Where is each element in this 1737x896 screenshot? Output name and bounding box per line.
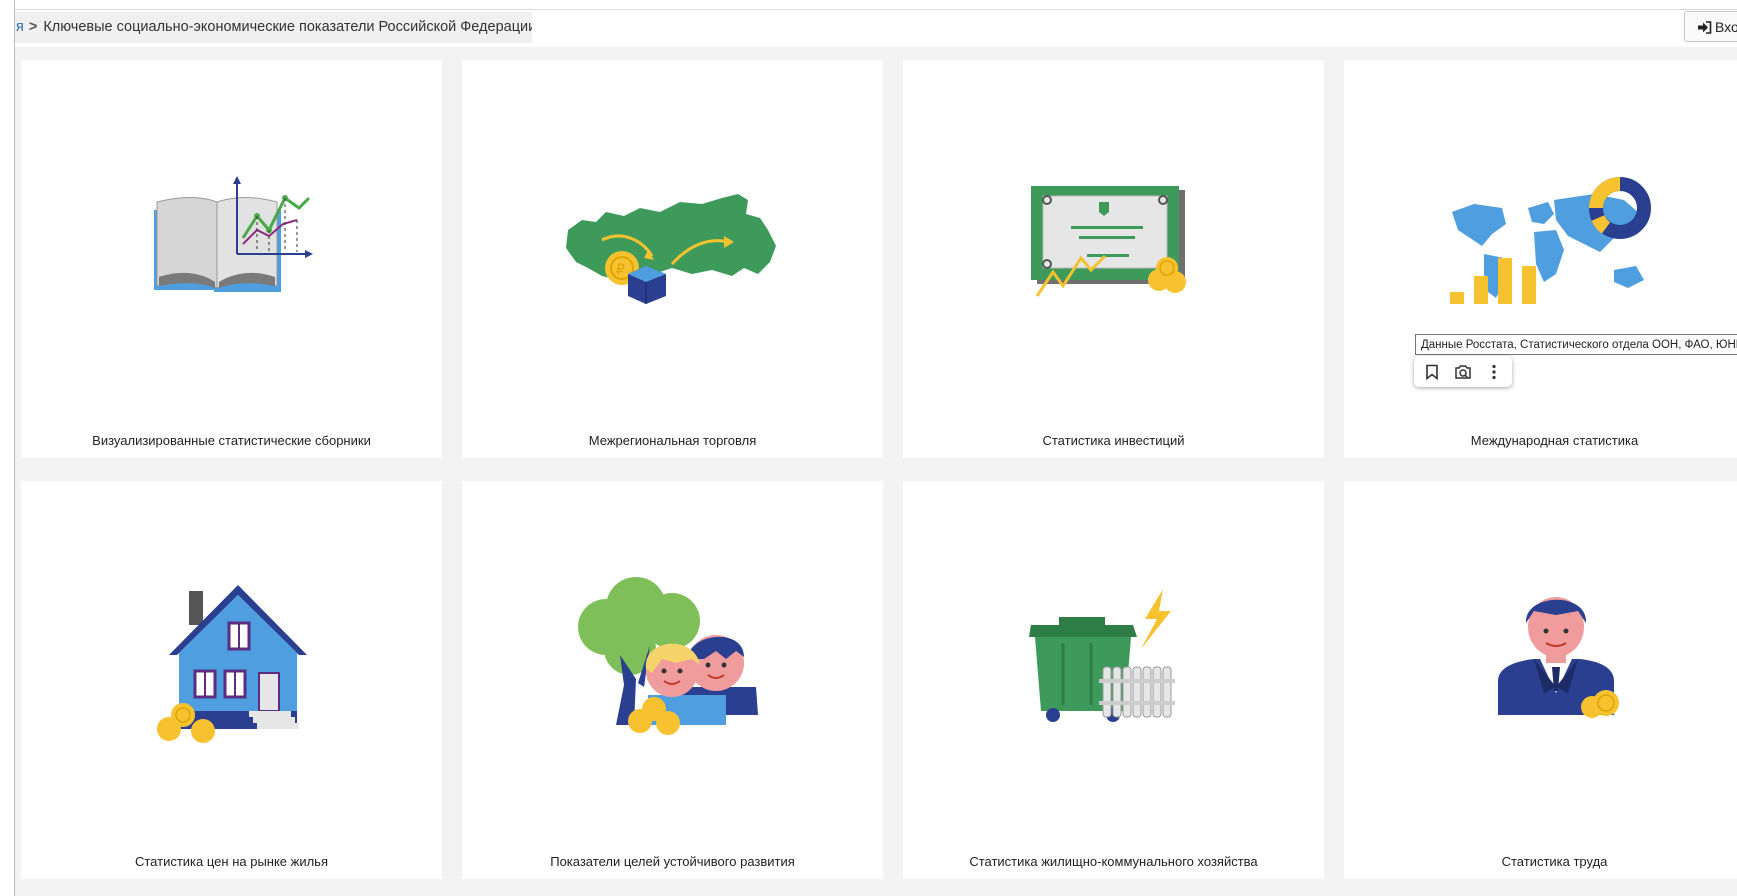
login-button[interactable]: Вход (1684, 11, 1737, 42)
book-chart-icon (154, 176, 313, 292)
login-label: Вход (1715, 19, 1737, 35)
card-title: Международная статистика (1470, 433, 1639, 448)
more-options-button[interactable] (1478, 356, 1510, 387)
card-title: Статистика инвестиций (1042, 433, 1185, 448)
card-interregional-trade[interactable]: ₽ Межрегиональная торговля (462, 60, 883, 458)
sign-in-icon (1698, 21, 1712, 34)
card-housing-utilities[interactable]: Статистика жилищно-коммунального хозяйст… (903, 481, 1324, 879)
card-title: Показатели целей устойчивого развития (550, 854, 795, 869)
card-visual-collections[interactable]: Визуализированные статистические сборник… (21, 60, 442, 458)
svg-text:₽: ₽ (616, 262, 625, 278)
card-tooltip: Данные Росстата, Статистического отдела … (1415, 334, 1737, 355)
visual-search-button[interactable] (1447, 356, 1479, 387)
breadcrumb-current: Ключевые социально-экономические показат… (43, 19, 532, 35)
card-title: Межрегиональная торговля (588, 433, 757, 448)
bookmark-button[interactable] (1416, 356, 1448, 387)
catalog-grid: Визуализированные статистические сборник… (15, 47, 1737, 896)
card-investment-statistics[interactable]: Статистика инвестиций (903, 60, 1324, 458)
card-title: Статистика цен на рынке жилья (134, 854, 328, 869)
more-vertical-icon (1492, 364, 1496, 379)
floating-toolbar (1414, 356, 1512, 387)
card-title: Статистика труда (1501, 854, 1608, 869)
certificate-investment-icon (1031, 186, 1186, 297)
house-coins-icon (157, 585, 307, 743)
top-bar: я > Ключевые социально-экономические показ… (15, 9, 1737, 48)
breadcrumb-prev-link[interactable]: я (16, 19, 24, 35)
card-title: Статистика жилищно-коммунального хозяйст… (969, 854, 1258, 869)
card-sdg-indicators[interactable]: Показатели целей устойчивого развития (462, 481, 883, 879)
worker-coins-icon (1498, 597, 1619, 718)
tree-people-icon (578, 577, 758, 735)
breadcrumb: я > Ключевые социально-экономические показ… (15, 12, 532, 43)
card-housing-prices[interactable]: Статистика цен на рынке жилья (21, 481, 442, 879)
camera-search-icon (1455, 364, 1471, 379)
card-title: Визуализированные статистические сборник… (92, 433, 371, 448)
breadcrumb-separator-icon: > (28, 19, 38, 35)
dumpster-radiator-icon (1029, 589, 1175, 722)
bookmark-icon (1426, 364, 1438, 380)
world-map-chart-icon (1450, 177, 1651, 304)
card-labor-statistics[interactable]: Статистика труда (1344, 481, 1737, 879)
russia-map-trade-icon: ₽ (566, 194, 776, 304)
card-international-statistics[interactable]: Международная статистика (1344, 60, 1737, 458)
